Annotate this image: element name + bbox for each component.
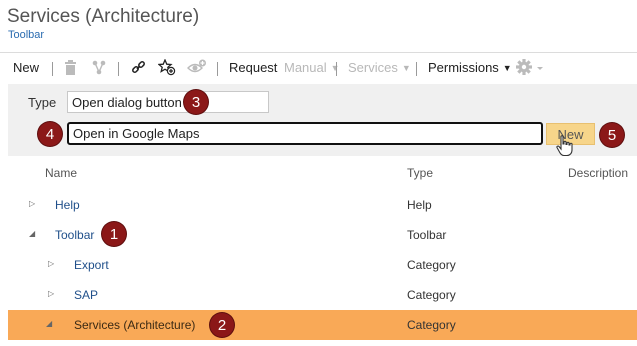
row-type: Category [407,318,456,332]
new-button[interactable]: New [13,60,39,75]
tree-row[interactable]: ▷ SAP Category [8,280,637,310]
hand-cursor-icon [556,135,574,162]
collapse-icon[interactable]: ◢ [29,229,35,238]
favorite-add-icon[interactable] [158,59,176,76]
chevron-down-icon: ▼ [502,63,512,73]
column-header-name[interactable]: Name [45,166,77,180]
request-button[interactable]: Request [229,60,277,75]
hierarchy-icon[interactable] [92,60,106,75]
callout-badge: 4 [38,122,62,146]
callout-badge: 2 [210,313,234,337]
row-type: Category [407,288,456,302]
toolbar-separator [52,62,53,76]
type-field[interactable] [67,91,269,113]
callout-badge: 3 [184,90,208,114]
toolbar-separator [118,62,119,76]
new-item-form: Type New [8,84,637,157]
toolbar-separator [416,62,417,76]
watch-icon[interactable] [187,59,207,75]
row-name[interactable]: Toolbar [55,228,94,242]
column-header-type[interactable]: Type [407,166,433,180]
row-type: Category [407,258,456,272]
expand-icon[interactable]: ▷ [48,259,54,268]
tree-row[interactable]: ▷ Help Help [8,190,637,220]
row-name[interactable]: Export [74,258,109,272]
toolbar: New Request Manual▼ Services▼ Permission… [0,52,637,82]
name-field[interactable] [67,122,543,145]
tree-row[interactable]: ▷ Export Category [8,250,637,280]
expand-icon[interactable]: ▷ [48,289,54,298]
permissions-dropdown[interactable]: Permissions ▼ [428,60,512,75]
callout-badge: 5 [600,123,624,147]
chevron-down-icon: ▼ [401,63,411,73]
toolbar-separator [336,62,337,76]
row-name[interactable]: SAP [74,288,98,302]
link-icon[interactable] [131,60,146,75]
row-name[interactable]: Help [55,198,80,212]
services-dropdown[interactable]: Services ▼ [348,60,411,75]
column-header-description[interactable]: Description [568,166,628,180]
collapse-icon[interactable]: ◢ [46,319,52,328]
page-title: Services (Architecture) [7,6,200,27]
breadcrumb[interactable]: Toolbar [8,29,44,41]
expand-icon[interactable]: ▷ [29,199,35,208]
row-name[interactable]: Services (Architecture) [74,318,195,332]
tree-row-selected[interactable]: ◢ Services (Architecture) Category [8,310,637,340]
toolbar-separator [217,62,218,76]
manual-dropdown[interactable]: Manual▼ [284,60,340,75]
row-type: Help [407,198,432,212]
type-label: Type [28,95,57,110]
callout-badge: 1 [102,222,126,246]
delete-icon[interactable] [64,60,77,75]
gear-icon[interactable] [515,58,545,76]
row-type: Toolbar [407,228,447,242]
